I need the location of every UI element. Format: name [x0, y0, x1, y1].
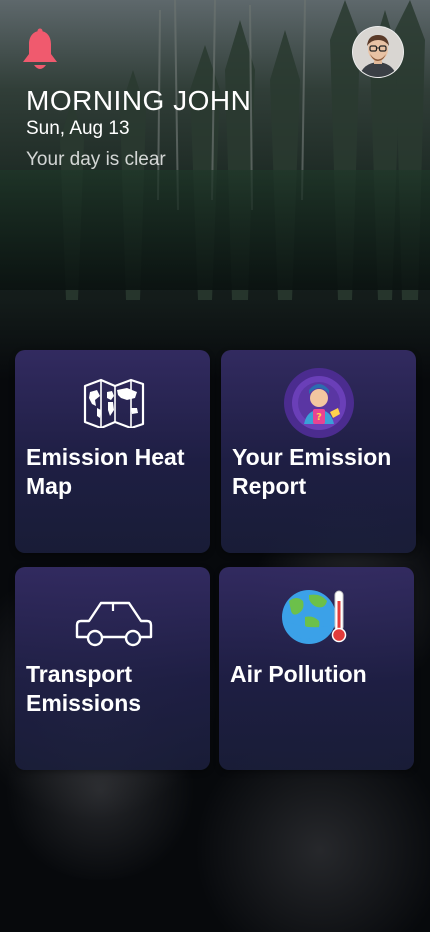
- emission-report-icon: ?: [282, 366, 356, 445]
- world-map-icon: [81, 378, 147, 433]
- car-icon: [73, 597, 155, 654]
- card-label: Your Emission Report: [232, 444, 392, 499]
- emission-report-card[interactable]: ? Your Emission Report: [221, 350, 416, 553]
- date-label: Sun, Aug 13: [26, 118, 130, 139]
- card-label: Transport Emissions: [26, 661, 142, 716]
- air-pollution-card[interactable]: Air Pollution: [219, 567, 414, 770]
- svg-text:?: ?: [316, 412, 322, 423]
- bell-icon[interactable]: [20, 28, 60, 74]
- card-label: Air Pollution: [230, 661, 367, 687]
- emission-heat-map-card[interactable]: Emission Heat Map: [15, 350, 210, 553]
- melting-earth-thermometer-icon: [279, 587, 349, 656]
- avatar[interactable]: [352, 26, 404, 78]
- card-label: Emission Heat Map: [26, 444, 185, 499]
- transport-emissions-card[interactable]: Transport Emissions: [15, 567, 210, 770]
- greeting-title: MORNING JOHN: [26, 85, 252, 116]
- day-status: Your day is clear: [26, 149, 166, 170]
